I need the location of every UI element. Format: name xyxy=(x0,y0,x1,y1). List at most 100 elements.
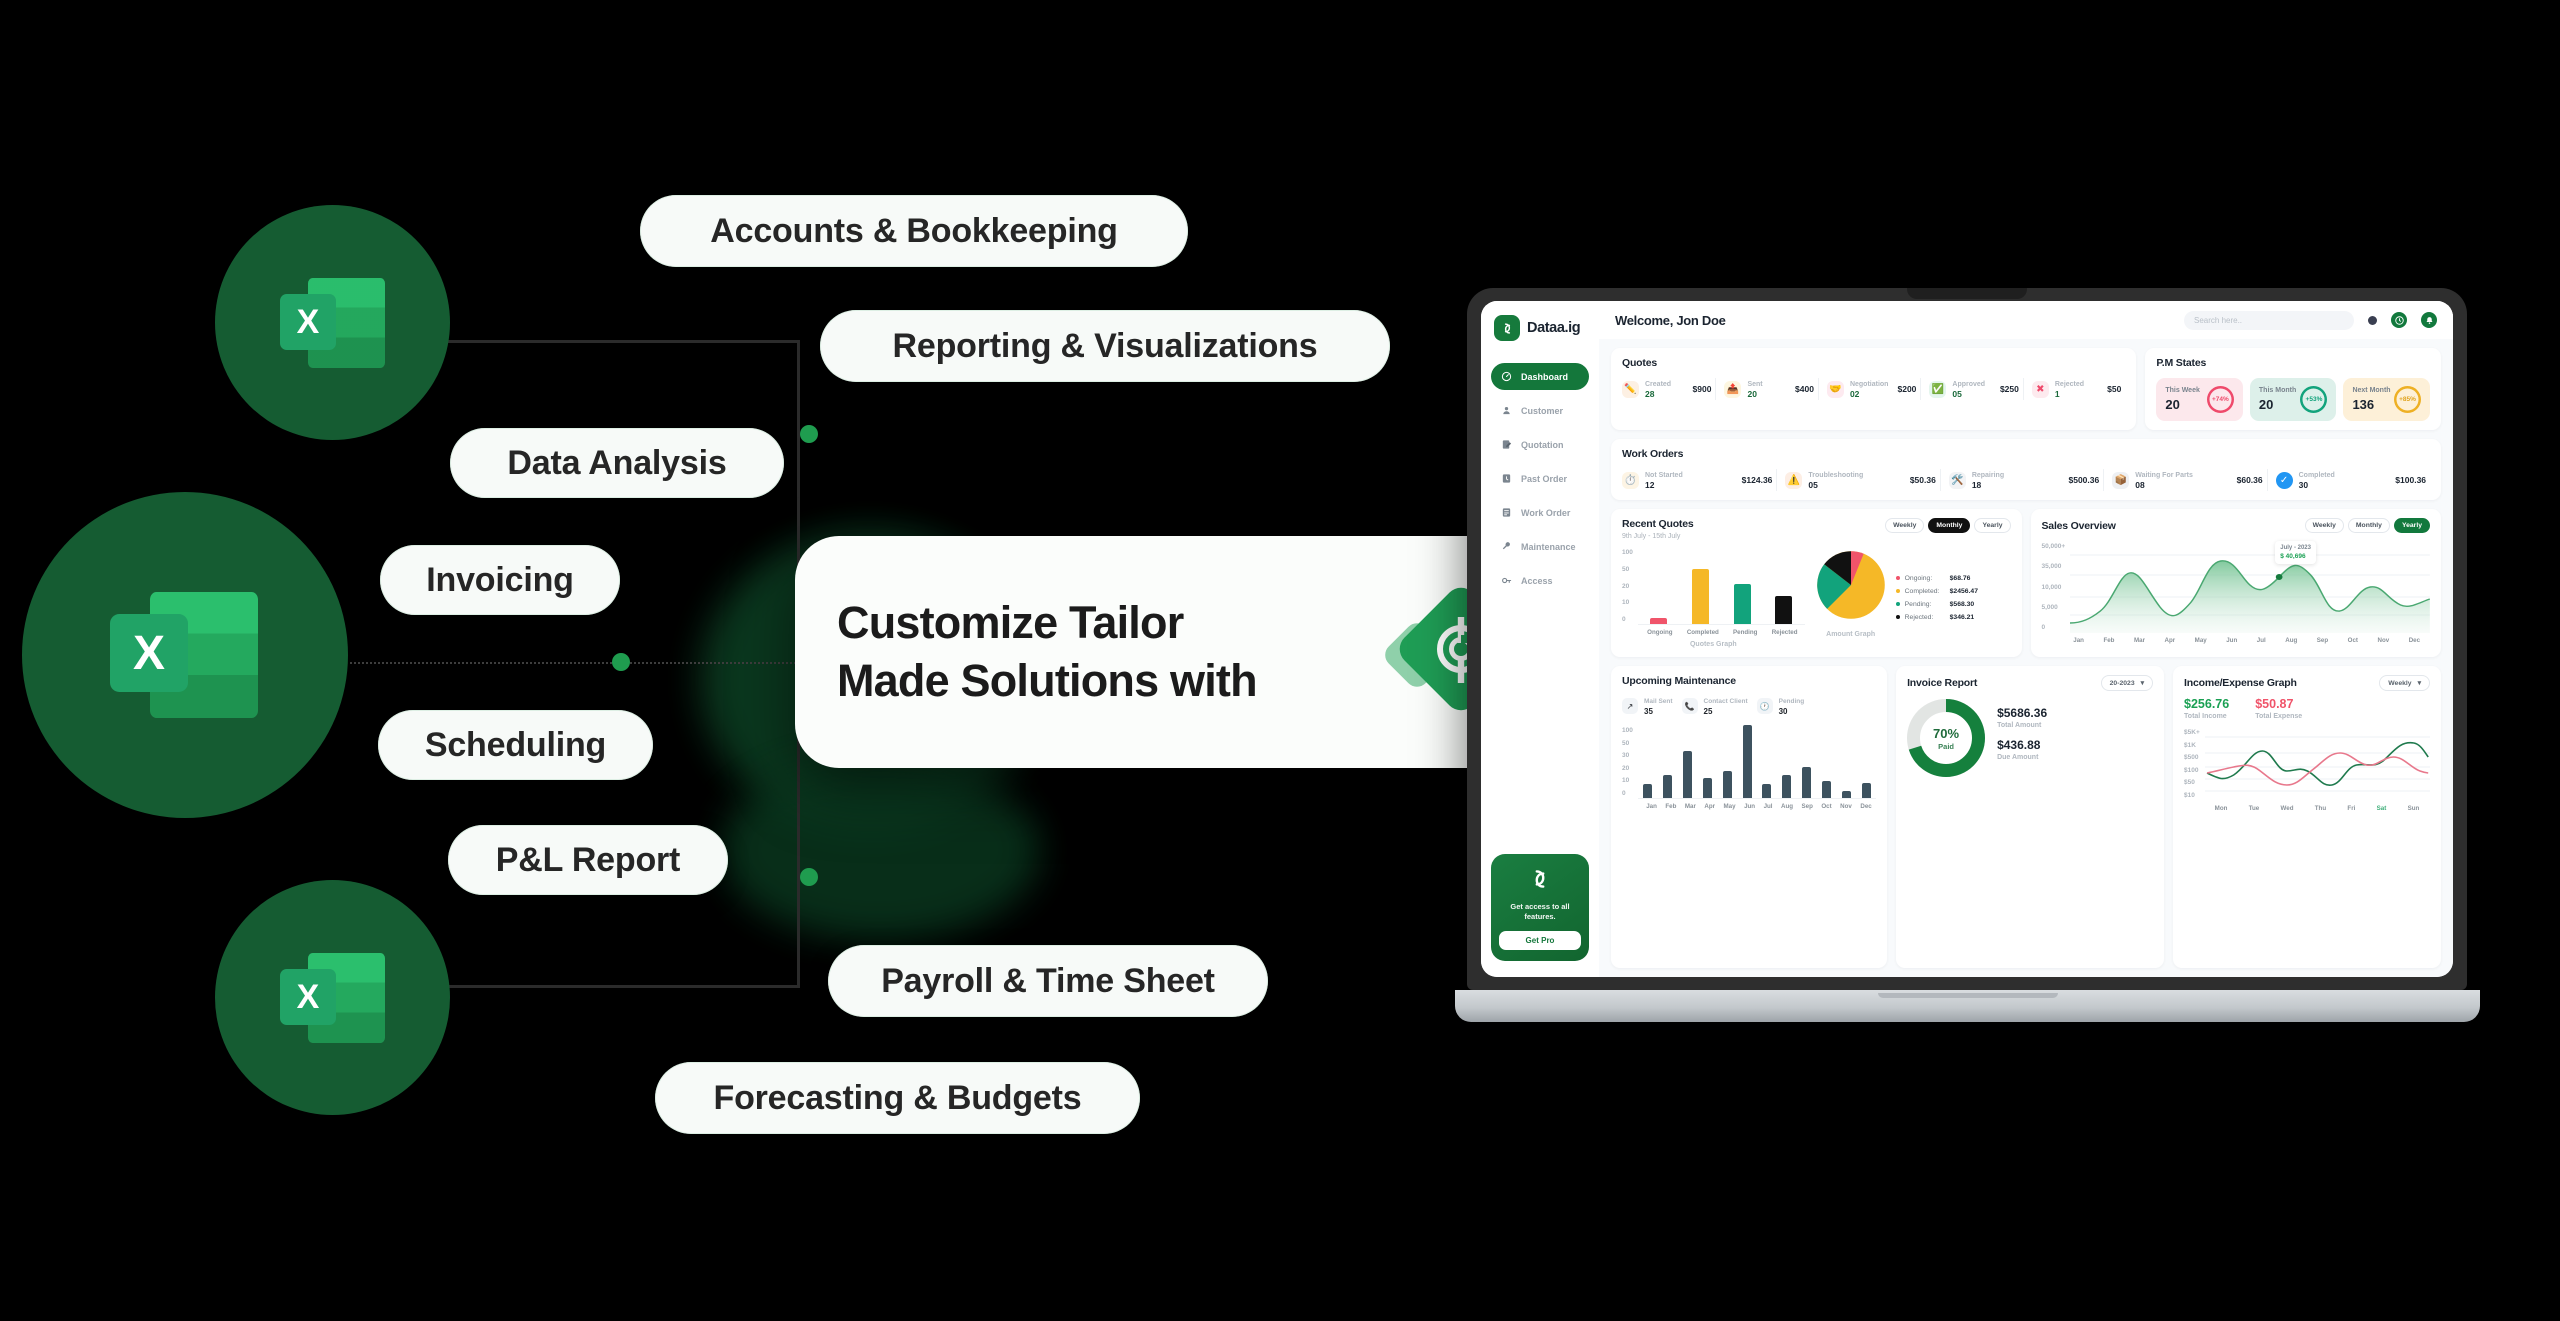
recent-quotes-range-tabs: Weekly Monthly Yearly xyxy=(1885,518,2011,533)
recent-quotes-title: Recent Quotes xyxy=(1622,518,1694,530)
amount-pie-chart: Amount Graph Ongoing: $68.76 Completed: $2… xyxy=(1813,547,2011,648)
stat-count: 30 xyxy=(2298,480,2309,490)
invoice-amounts: $5686.36 Total Amount $436.88 Due Amount xyxy=(1997,706,2047,770)
search-input[interactable]: Search here.. xyxy=(2184,310,2354,330)
sidebar-item-customer[interactable]: Customer xyxy=(1491,397,1589,424)
work-orders-title: Work Orders xyxy=(1622,448,1684,460)
sales-svg xyxy=(2070,554,2430,633)
history-icon xyxy=(1500,472,1513,485)
sidebar-item-label: Work Order xyxy=(1521,507,1571,518)
sidebar-item-access[interactable]: Access xyxy=(1491,567,1589,594)
stat-amount: $900 xyxy=(1692,384,1712,394)
quotes-bar-yaxis: 100 50 20 10 0 xyxy=(1622,549,1633,623)
work-orders-stats: ⏱️ Not Started 12 $124.36 ⚠️ Troubleshoot… xyxy=(1622,469,2430,491)
stat-label: Repairing xyxy=(1971,472,2005,479)
stat-amount: $60.36 xyxy=(2236,475,2263,485)
stat-count: 20 xyxy=(1747,389,1757,399)
sidebar-item-label: Access xyxy=(1521,575,1553,586)
pm-card-next-month: Next Month 136 +85% xyxy=(2343,378,2430,421)
pm-delta-ring: +53% xyxy=(2300,386,2327,413)
pm-states-title: P.M States xyxy=(2156,357,2207,369)
row-charts-1: Recent Quotes 9th July - 15th July Weekl… xyxy=(1611,509,2441,657)
connector-node-top xyxy=(800,425,818,443)
sidebar-item-quotation[interactable]: Quotation xyxy=(1491,431,1589,458)
maintenance-bars xyxy=(1637,725,1877,799)
stat-count: 28 xyxy=(1645,389,1655,399)
stat-label: Created xyxy=(1645,381,1672,388)
dashboard-grid: Quotes ✏️ Created 28 $900 📤 Sent 20 $400… xyxy=(1599,339,2453,977)
income-expense-totals: $256.76 Total Income $50.87 Total Expens… xyxy=(2184,697,2430,720)
tab-yearly[interactable]: Yearly xyxy=(1974,518,2011,533)
mail-icon: ↗ xyxy=(1622,698,1638,714)
bar-ongoing xyxy=(1650,617,1668,624)
invoice-period-select[interactable]: 20-2023 ▾ xyxy=(2100,675,2154,691)
amount-graph-caption: Amount Graph xyxy=(1826,631,1876,638)
sidebar-item-label: Past Order xyxy=(1521,473,1568,484)
sidebar-item-past-order[interactable]: Past Order xyxy=(1491,465,1589,492)
stat-count: 12 xyxy=(1645,480,1655,490)
ie-svg xyxy=(2204,736,2430,792)
box-icon: 📦 xyxy=(2112,471,2130,489)
get-pro-button[interactable]: Get Pro xyxy=(1499,931,1581,950)
feature-pill-pl-report[interactable]: P&L Report xyxy=(448,825,728,895)
feature-pill-scheduling[interactable]: Scheduling xyxy=(378,710,653,780)
pencil-icon: ✏️ xyxy=(1622,380,1639,398)
stat-label: Waiting For Parts xyxy=(2135,472,2193,479)
sidebar-item-dashboard[interactable]: Dashboard xyxy=(1491,363,1589,390)
hero-illustration: X X X Accounts & Bookkeeping Reporting &… xyxy=(0,0,2560,1321)
stat-label: Troubleshooting xyxy=(1808,472,1864,479)
tab-yearly[interactable]: Yearly xyxy=(2393,518,2430,533)
tab-weekly[interactable]: Weekly xyxy=(1885,518,1925,533)
quote-stat-negotiation: 🤝 Negotiation 02 $200 xyxy=(1817,378,1920,400)
wo-stat-completed: ✓ Completed 30 $100.36 xyxy=(2266,469,2430,491)
handshake-icon: 🤝 xyxy=(1826,380,1844,398)
income-expense-title: Income/Expense Graph xyxy=(2184,677,2297,689)
feature-pill-reporting-visualizations[interactable]: Reporting & Visualizations xyxy=(820,310,1390,382)
dashboard-sidebar: Dataa.ig Dashboard Customer Quotation Pa… xyxy=(1481,301,1599,977)
feature-pill-payroll-timesheet[interactable]: Payroll & Time Sheet xyxy=(828,945,1268,1017)
maintenance-stat-contact: 📞 Contact Client 25 xyxy=(1681,695,1748,717)
maintenance-stat-pending: 🕐 Pending 30 xyxy=(1756,695,1804,717)
pm-label: Next Month xyxy=(2352,387,2391,394)
pm-delta-ring: +74% xyxy=(2207,386,2234,413)
tab-weekly[interactable]: Weekly xyxy=(2304,518,2344,533)
bar-rejected xyxy=(1775,595,1793,624)
feature-pill-invoicing[interactable]: Invoicing xyxy=(380,545,620,615)
bell-icon[interactable] xyxy=(2421,312,2437,328)
pm-card-this-week: This Week 20 +74% xyxy=(2156,378,2243,421)
stat-label: Not Started xyxy=(1645,472,1683,479)
legend-row: Completed: $2456.47 xyxy=(1895,588,1978,595)
promo-card: Customize Tailor Made Solutions with xyxy=(795,536,1555,768)
stat-label: Negotiation xyxy=(1849,381,1889,388)
sidebar-item-work-order[interactable]: Work Order xyxy=(1491,499,1589,526)
dashboard-topbar: Welcome, Jon Doe Search here.. xyxy=(1599,301,2453,339)
stat-amount: $400 xyxy=(1795,384,1814,394)
laptop-base xyxy=(1455,990,2480,1022)
bar-dec xyxy=(1861,782,1871,798)
quotes-bar-chart: 100 50 20 10 0 Ongoing Completed Pending… xyxy=(1622,547,1805,648)
tab-monthly[interactable]: Monthly xyxy=(1928,518,1971,533)
feature-pill-data-analysis[interactable]: Data Analysis xyxy=(450,428,784,498)
invoice-donut-area: 70% Paid $5686.36 Total Amount $436.88 D… xyxy=(1907,699,2153,777)
sidebar-brand: Dataa.ig xyxy=(1491,315,1589,341)
income-expense-period-select[interactable]: Weekly ▾ xyxy=(2379,675,2430,691)
sidebar-item-maintenance[interactable]: Maintenance xyxy=(1491,533,1589,560)
excel-icon-middle: X xyxy=(22,492,348,818)
tab-monthly[interactable]: Monthly xyxy=(2347,518,2390,533)
laptop-screen: Dataa.ig Dashboard Customer Quotation Pa… xyxy=(1481,301,2453,977)
clock-icon[interactable] xyxy=(2391,312,2407,328)
quotes-bar-xaxis: Ongoing Completed Pending Rejected xyxy=(1647,629,1798,636)
sales-overview-card: Sales Overview Weekly Monthly Yearly 50,… xyxy=(2030,509,2441,657)
stat-label: Rejected xyxy=(2054,381,2085,388)
avatar[interactable] xyxy=(2368,315,2377,325)
invoice-due-amount: $436.88 xyxy=(1997,738,2041,752)
quote-stat-created: ✏️ Created 28 $900 xyxy=(1622,378,1715,400)
quotes-bars xyxy=(1637,547,1805,625)
feature-pill-accounts-bookkeeping[interactable]: Accounts & Bookkeeping xyxy=(640,195,1188,267)
stat-label: Approved xyxy=(1952,381,1986,388)
connector-node-middle xyxy=(612,653,630,671)
feature-pill-forecasting-budgets[interactable]: Forecasting & Budgets xyxy=(655,1062,1140,1134)
connector-line-top xyxy=(440,340,800,343)
invoice-donut: 70% Paid xyxy=(1907,699,1986,777)
stat-amount: $50 xyxy=(2107,384,2122,394)
